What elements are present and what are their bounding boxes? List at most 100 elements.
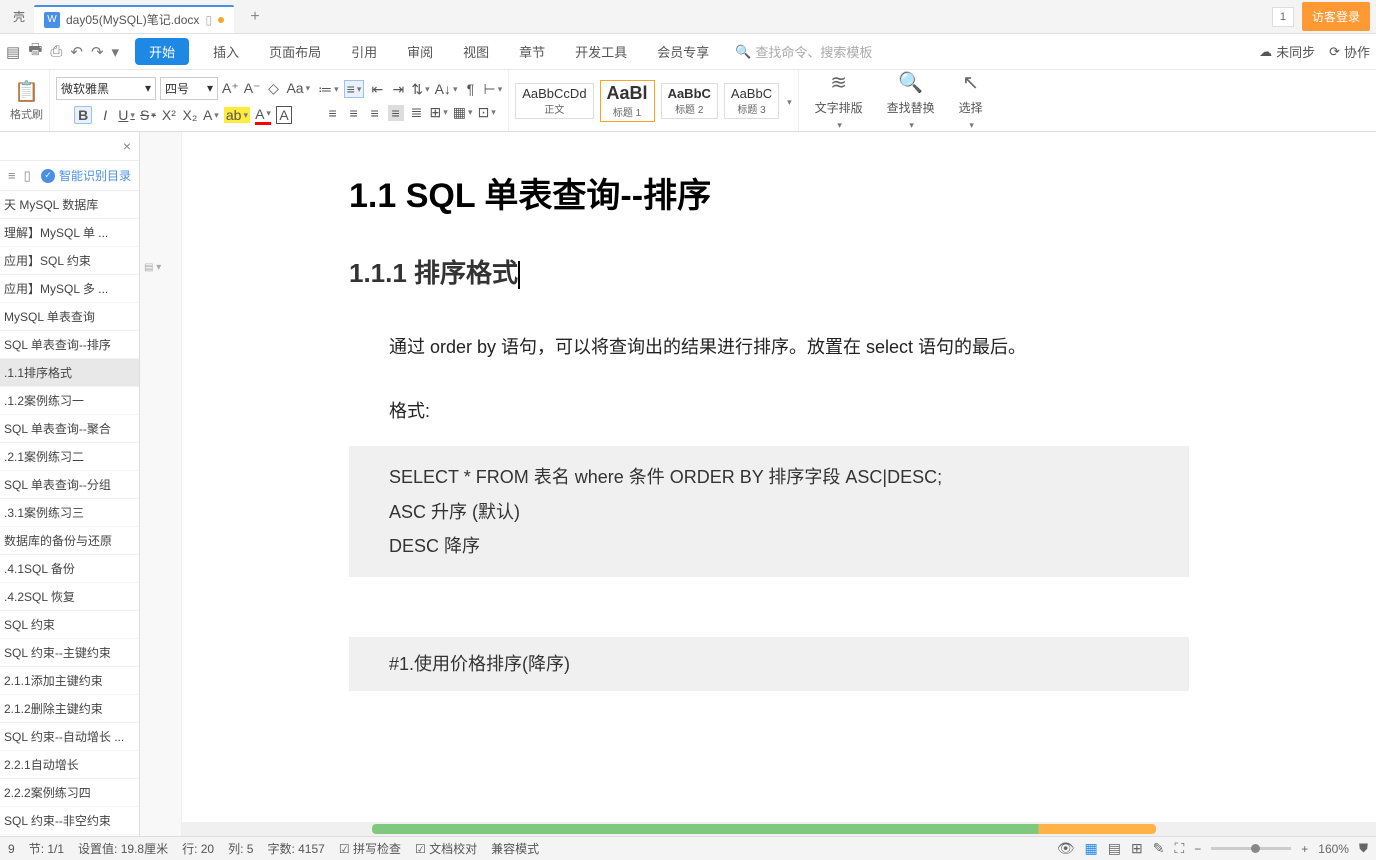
menu-tab-member[interactable]: 会员专享 (651, 38, 715, 65)
outline-item[interactable]: MySQL 单表查询 (0, 303, 139, 331)
show-marks-button[interactable]: ¶ (463, 81, 479, 97)
outline-item[interactable]: 天 MySQL 数据库 (0, 191, 139, 219)
new-tab-button[interactable]: + (240, 8, 270, 26)
indent-options-button[interactable]: ⊞ (430, 104, 448, 121)
change-case-icon[interactable]: Aa (286, 80, 310, 96)
document-area[interactable]: 1.1 SQL 单表查询--排序 1.1.1 排序格式 通过 order by … (182, 132, 1376, 836)
status-spellcheck[interactable]: ☑ 拼写检查 (339, 840, 401, 857)
draft-mode-icon[interactable]: ✎ (1153, 840, 1165, 857)
zoom-out-button[interactable]: − (1194, 842, 1201, 856)
status-word-count[interactable]: 字数: 4157 (267, 840, 324, 857)
fullscreen-icon[interactable]: ⛶ (1174, 840, 1184, 857)
tab-stops-button[interactable]: ⊢ (484, 81, 503, 98)
outline-item[interactable]: SQL 约束--非空约束 (0, 807, 139, 835)
sync-status[interactable]: ☁未同步 (1259, 42, 1315, 61)
status-position[interactable]: 设置值: 19.8厘米 (78, 840, 168, 857)
guest-login-button[interactable]: 访客登录 (1302, 2, 1370, 31)
outline-item[interactable]: SQL 单表查询--聚合 (0, 415, 139, 443)
shading-button[interactable]: ▦ (453, 104, 473, 121)
font-color-button[interactable]: A (255, 106, 271, 125)
align-justify-button[interactable]: ≡ (388, 105, 404, 121)
outline-item[interactable]: 应用】SQL 约束 (0, 247, 139, 275)
undo-icon[interactable]: ↶ (70, 43, 83, 61)
char-border-button[interactable]: A (276, 106, 292, 124)
outline-item[interactable]: 2.2.2案例练习四 (0, 779, 139, 807)
subscript-button[interactable]: X₂ (182, 107, 198, 123)
tab-menu-icon[interactable]: ▯ (205, 13, 212, 27)
menu-tab-developer[interactable]: 开发工具 (569, 38, 633, 65)
text-layout-button[interactable]: ≋文字排版 (805, 70, 873, 131)
outline-item[interactable]: 2.1.2删除主键约束 (0, 695, 139, 723)
print-layout-icon[interactable]: ▦ (1085, 840, 1098, 857)
document-tab[interactable]: W day05(MySQL)笔记.docx ▯ (34, 5, 234, 33)
outline-item[interactable]: .3.1案例练习三 (0, 499, 139, 527)
styles-more-button[interactable] (785, 94, 792, 108)
scroll-thumb[interactable] (372, 824, 1156, 834)
decrease-indent-button[interactable]: ⇤ (369, 81, 385, 98)
outline-item[interactable]: 数据库的备份与还原 (0, 527, 139, 555)
menu-tab-page-layout[interactable]: 页面布局 (263, 38, 327, 65)
collab-button[interactable]: ⟳协作 (1329, 42, 1370, 61)
outline-item[interactable]: SQL 约束--主键约束 (0, 639, 139, 667)
font-name-select[interactable]: 微软雅黑▾ (56, 77, 156, 100)
sort-button[interactable]: A↓ (435, 81, 458, 97)
highlight-button[interactable]: ab (224, 107, 250, 123)
smart-toc-button[interactable]: ✓ 智能识别目录 (41, 167, 131, 184)
outline-item[interactable]: .1.1排序格式 (0, 359, 139, 387)
format-painter-label[interactable]: 格式刷 (10, 106, 43, 122)
align-right-button[interactable]: ≡ (367, 105, 383, 121)
superscript-button[interactable]: X² (161, 107, 177, 123)
outline-item[interactable]: 应用】MySQL 多 ... (0, 275, 139, 303)
underline-button[interactable]: U (118, 107, 135, 123)
status-section[interactable]: 节: 1/1 (29, 840, 64, 857)
web-layout-icon[interactable]: ⊞ (1131, 840, 1143, 857)
status-page[interactable]: 9 (8, 842, 15, 856)
outline-item[interactable]: SQL 约束 (0, 611, 139, 639)
outline-item[interactable]: 理解】MySQL 单 ... (0, 219, 139, 247)
bullets-button[interactable]: ≔ (318, 81, 339, 98)
reading-mode-icon[interactable]: 👁 (1057, 840, 1075, 857)
zoom-in-button[interactable]: + (1301, 842, 1308, 856)
menu-tab-review[interactable]: 审阅 (401, 38, 439, 65)
tab-shell[interactable]: 壳 (4, 8, 34, 25)
style-heading1[interactable]: AaBl标题 1 (600, 80, 655, 122)
status-col[interactable]: 列: 5 (228, 840, 253, 857)
borders-button[interactable]: ⊡ (478, 104, 496, 121)
strike-button[interactable]: S (140, 107, 156, 123)
outline-item[interactable]: .2.1案例练习二 (0, 443, 139, 471)
menu-tab-references[interactable]: 引用 (345, 38, 383, 65)
page-marker-icon[interactable]: ▤ ▾ (144, 262, 161, 273)
font-size-select[interactable]: 四号▾ (160, 77, 218, 100)
print-preview-icon[interactable]: ⎙ (50, 43, 62, 60)
decrease-font-icon[interactable]: A⁻ (244, 80, 261, 97)
outline-mode-icon[interactable]: ▤ (1108, 840, 1121, 857)
increase-indent-button[interactable]: ⇥ (390, 81, 406, 98)
zoom-slider[interactable] (1211, 847, 1291, 850)
style-normal[interactable]: AaBbCcDd正文 (515, 83, 593, 119)
horizontal-scrollbar[interactable] (182, 822, 1376, 836)
redo-icon[interactable]: ↷ (91, 43, 104, 61)
thumbnail-view-icon[interactable]: ▯ (24, 168, 31, 184)
bold-button[interactable]: B (74, 106, 92, 124)
italic-button[interactable]: I (97, 107, 113, 123)
select-button[interactable]: ↖选择 (949, 70, 993, 131)
window-count[interactable]: 1 (1272, 7, 1294, 27)
zoom-level[interactable]: 160% (1318, 842, 1349, 856)
command-search[interactable]: 🔍 查找命令、搜索模板 (735, 42, 872, 61)
text-effects-button[interactable]: A (203, 107, 219, 123)
status-proofread[interactable]: ☑ 文档校对 (415, 840, 477, 857)
status-compat[interactable]: 兼容模式 (491, 840, 539, 857)
menu-tab-insert[interactable]: 插入 (207, 38, 245, 65)
menu-tab-section[interactable]: 章节 (513, 38, 551, 65)
save-icon[interactable]: ▤ (6, 43, 20, 61)
find-replace-button[interactable]: 🔍查找替换 (877, 70, 945, 131)
outline-item[interactable]: 2.1.1添加主键约束 (0, 667, 139, 695)
outline-item[interactable]: SQL 约束--自动增长 ... (0, 723, 139, 751)
outline-item[interactable]: .4.2SQL 恢复 (0, 583, 139, 611)
qat-dropdown-icon[interactable]: ▾ (112, 43, 120, 61)
menu-tab-view[interactable]: 视图 (457, 38, 495, 65)
align-distributed-button[interactable]: ≣ (409, 104, 425, 121)
outline-list[interactable]: 天 MySQL 数据库理解】MySQL 单 ...应用】SQL 约束应用】MyS… (0, 191, 139, 836)
status-row[interactable]: 行: 20 (182, 840, 214, 857)
align-center-button[interactable]: ≡ (346, 105, 362, 121)
